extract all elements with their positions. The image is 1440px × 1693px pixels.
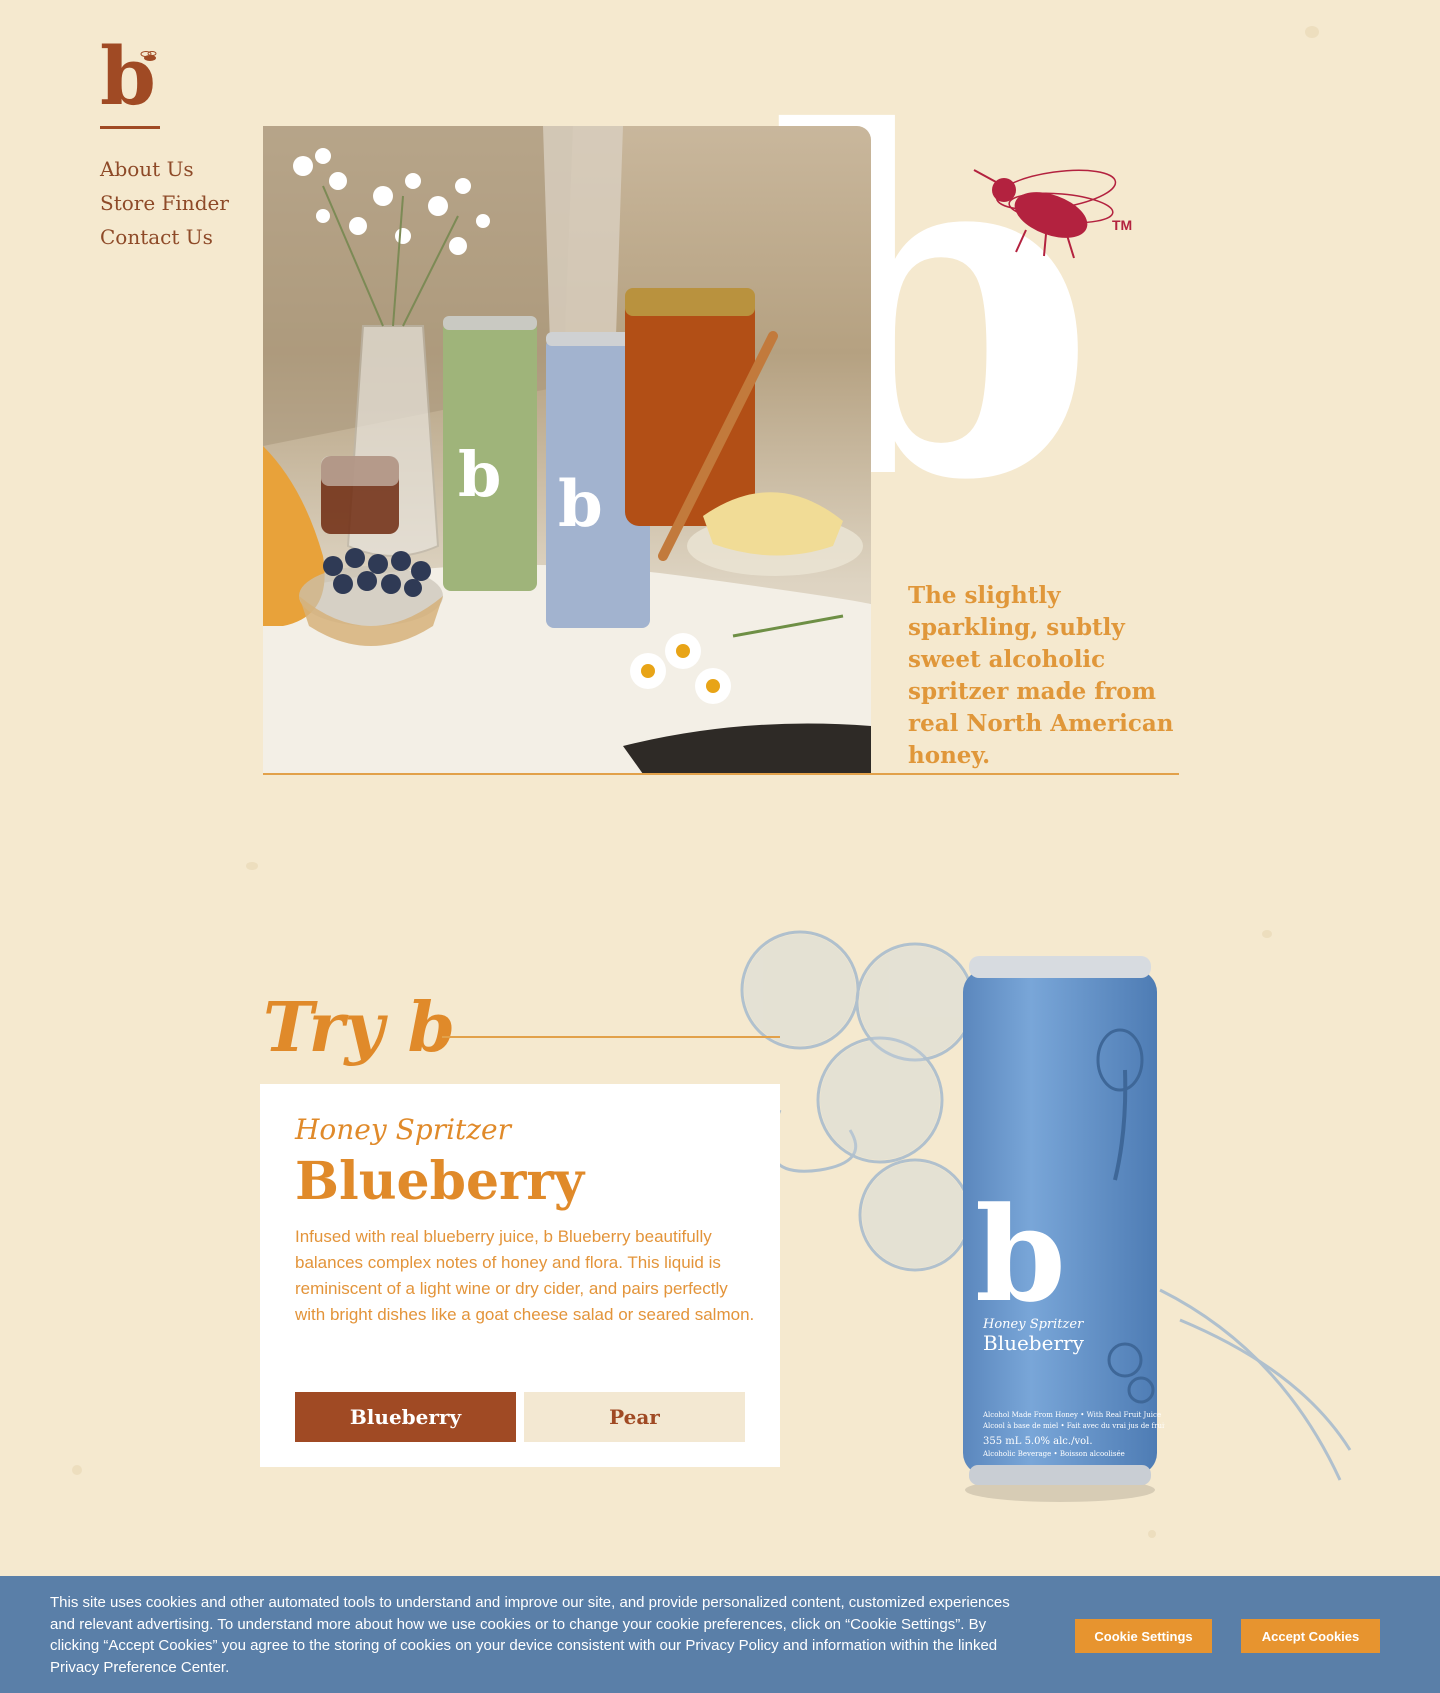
paper-speck: [1305, 26, 1319, 38]
can-flavor: Blueberry: [983, 1331, 1085, 1355]
photo-can-letter: b: [558, 467, 603, 542]
bee-icon: [140, 51, 157, 61]
nav-store-finder[interactable]: Store Finder: [100, 186, 229, 220]
can-legal-line-2: Alcool à base de miel • Fait avec du vra…: [982, 1421, 1165, 1430]
hero-tagline: The slightly sparkling, subtly sweet alc…: [908, 582, 1174, 769]
product-card: Honey Spritzer Blueberry Infused with re…: [260, 1084, 780, 1467]
section-title: Try b: [263, 988, 456, 1068]
can-volume: 355 mL 5.0% alc./vol.: [983, 1436, 1093, 1447]
can-legal-line-1: Alcohol Made From Honey • With Real Frui…: [982, 1411, 1161, 1419]
paper-speck: [246, 862, 258, 870]
hero-divider: [263, 773, 1179, 775]
section-divider: [442, 1036, 780, 1038]
can-subtitle: Honey Spritzer: [982, 1317, 1084, 1332]
nav-about-us[interactable]: About Us: [100, 152, 229, 186]
brand-logo[interactable]: b: [100, 36, 180, 116]
bee-icon: TM: [973, 169, 1132, 259]
trademark-mark: TM: [1112, 217, 1132, 233]
flavor-pear-button[interactable]: Pear: [524, 1392, 745, 1442]
nav-contact-us[interactable]: Contact Us: [100, 220, 229, 254]
photo-can-letter: b: [458, 438, 501, 511]
paper-speck: [1148, 1530, 1156, 1538]
flavor-blueberry-button[interactable]: Blueberry: [295, 1392, 516, 1442]
cookie-banner: This site uses cookies and other automat…: [0, 1576, 1440, 1693]
cookie-settings-button[interactable]: Cookie Settings: [1075, 1619, 1212, 1653]
paper-speck: [72, 1465, 82, 1475]
hero-product-photo: b b: [263, 126, 871, 774]
accept-cookies-button[interactable]: Accept Cookies: [1241, 1619, 1380, 1653]
can-legal-line-3: Alcoholic Beverage • Boisson alcoolisée: [982, 1450, 1125, 1458]
product-scene-illustration: b b: [263, 126, 871, 774]
can-letter: b: [975, 1178, 1066, 1331]
logo-divider: [100, 126, 160, 129]
product-title: Blueberry: [295, 1151, 585, 1212]
product-subtitle: Honey Spritzer: [295, 1113, 512, 1146]
main-nav: About Us Store Finder Contact Us: [100, 152, 229, 254]
cookie-message: This site uses cookies and other automat…: [50, 1594, 1010, 1676]
logo-letter: b: [100, 29, 156, 123]
product-description: Infused with real blueberry juice, b Blu…: [295, 1227, 755, 1324]
product-can-image: b Honey Spritzer Blueberry Alcohol Made …: [963, 956, 1165, 1502]
